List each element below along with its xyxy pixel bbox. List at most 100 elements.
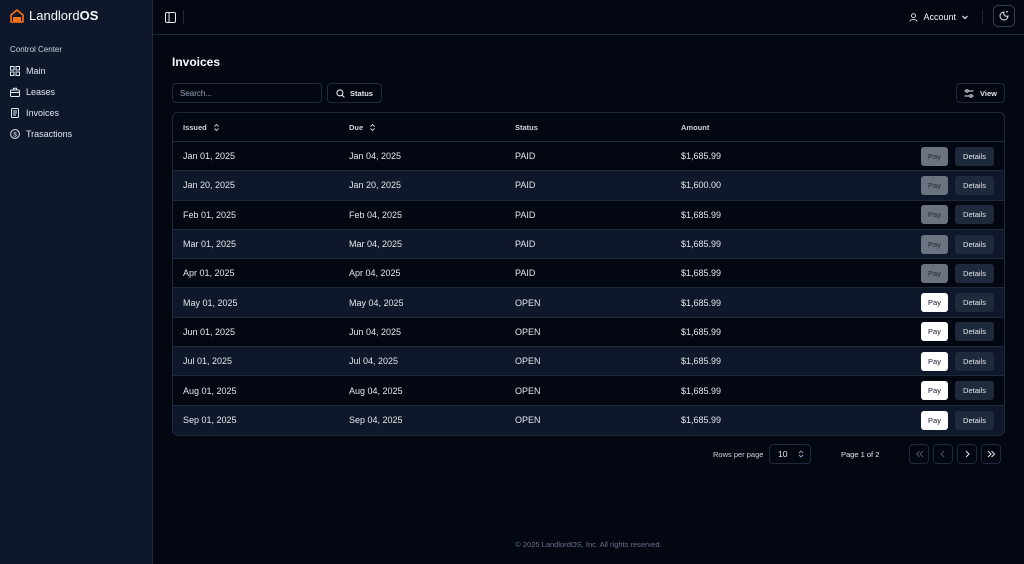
- column-header-label: Amount: [681, 122, 710, 132]
- pay-button[interactable]: Pay: [921, 263, 948, 283]
- cell-status: OPEN: [515, 415, 541, 426]
- brand-name-light: Landlord: [29, 8, 80, 23]
- cell-amount: $1,685.99: [681, 209, 722, 220]
- cell-issued: Apr 01, 2025: [183, 268, 235, 279]
- pay-button[interactable]: Pay: [921, 175, 948, 195]
- search-icon: [336, 88, 345, 98]
- cell-actions: Pay Details: [837, 146, 1004, 166]
- view-options-button[interactable]: View: [956, 83, 1005, 103]
- cell-due: Jul 04, 2025: [349, 356, 399, 367]
- next-page-button[interactable]: [957, 444, 977, 464]
- table-row: Jul 01, 2025 Jul 04, 2025 OPEN $1,685.99 Pay…: [173, 347, 1004, 377]
- chevrons-right-icon: [987, 450, 995, 458]
- top-bar: Account: [153, 0, 1024, 35]
- cell-actions: Pay Details: [837, 234, 1004, 254]
- cell-status: OPEN: [515, 326, 541, 337]
- pagination: Rows per page 10 Page 1 of 2: [172, 444, 1005, 464]
- cell-amount: $1,685.99: [681, 239, 722, 250]
- cell-actions: Pay Details: [837, 175, 1004, 195]
- details-button[interactable]: Details: [955, 410, 994, 430]
- sidebar-item-label: Invoices: [26, 107, 60, 118]
- chevrons-left-icon: [915, 450, 923, 458]
- theme-toggle-button[interactable]: [993, 5, 1015, 27]
- status-filter-button[interactable]: Status: [327, 83, 382, 103]
- table-body: Jan 01, 2025 Jan 04, 2025 PAID $1,685.99 Pay…: [173, 142, 1004, 435]
- pay-button[interactable]: Pay: [921, 205, 948, 225]
- page-title: Invoices: [172, 55, 221, 69]
- pay-button[interactable]: Pay: [921, 234, 948, 254]
- cell-due: Jun 04, 2025: [349, 326, 402, 337]
- cell-amount: $1,685.99: [681, 385, 722, 396]
- brand-logo[interactable]: LandlordOS: [10, 8, 98, 23]
- details-button[interactable]: Details: [955, 322, 994, 342]
- sidebar-nav: Main Leases Invoices $ Trasactions: [10, 60, 145, 144]
- search-input[interactable]: [172, 83, 322, 103]
- account-menu-button[interactable]: Account: [909, 9, 969, 25]
- sidebar-toggle-button[interactable]: [162, 9, 178, 25]
- cell-status: PAID: [515, 209, 536, 220]
- cell-actions: Pay Details: [837, 351, 1004, 371]
- cell-issued: Aug 01, 2025: [183, 385, 237, 396]
- details-button[interactable]: Details: [955, 175, 994, 195]
- pay-button[interactable]: Pay: [921, 293, 948, 313]
- view-options-label: View: [980, 88, 997, 98]
- table-row: Jan 20, 2025 Jan 20, 2025 PAID $1,600.00 Pay…: [173, 171, 1004, 201]
- grid-icon: [10, 65, 20, 76]
- sliders-icon: [964, 88, 974, 98]
- pay-button[interactable]: Pay: [921, 146, 948, 166]
- previous-page-button[interactable]: [933, 444, 953, 464]
- cell-issued: Jan 01, 2025: [183, 151, 236, 162]
- details-button[interactable]: Details: [955, 381, 994, 401]
- cell-actions: Pay Details: [837, 263, 1004, 283]
- sidebar-item-transactions[interactable]: $ Trasactions: [10, 123, 145, 144]
- rows-per-page-select[interactable]: 10: [769, 444, 811, 464]
- sidebar-item-invoices[interactable]: Invoices: [10, 102, 145, 123]
- first-page-button[interactable]: [909, 444, 929, 464]
- column-header-label: Due: [349, 122, 364, 132]
- pay-button[interactable]: Pay: [921, 322, 948, 342]
- pay-button[interactable]: Pay: [921, 381, 948, 401]
- column-header-label: Issued: [183, 122, 207, 132]
- sidebar-item-main[interactable]: Main: [10, 60, 145, 81]
- cell-status: OPEN: [515, 356, 541, 367]
- sidebar-item-leases[interactable]: Leases: [10, 81, 145, 102]
- topbar-divider: [183, 10, 184, 24]
- table-row: Aug 01, 2025 Aug 04, 2025 OPEN $1,685.99 Pay…: [173, 376, 1004, 406]
- cell-actions: Pay Details: [837, 381, 1004, 401]
- cell-issued: Jul 01, 2025: [183, 356, 233, 367]
- table-toolbar: Status View: [172, 83, 1005, 103]
- details-button[interactable]: Details: [955, 293, 994, 313]
- column-header-amount: Amount: [671, 123, 837, 132]
- main-content: Invoices Status View Issued Due Status A…: [172, 55, 1005, 464]
- table-header: Issued Due Status Amount: [173, 113, 1004, 142]
- table-row: Jan 01, 2025 Jan 04, 2025 PAID $1,685.99 Pay…: [173, 142, 1004, 172]
- details-button[interactable]: Details: [955, 351, 994, 371]
- sidebar: LandlordOS Control Center Main Leases In…: [0, 0, 153, 564]
- brand-name: LandlordOS: [29, 8, 98, 23]
- cell-issued: Jan 20, 2025: [183, 180, 236, 191]
- cell-due: Aug 04, 2025: [349, 385, 403, 396]
- column-header-due[interactable]: Due: [339, 123, 505, 132]
- table-row: Apr 01, 2025 Apr 04, 2025 PAID $1,685.99 Pay…: [173, 259, 1004, 289]
- column-header-issued[interactable]: Issued: [173, 123, 339, 132]
- column-header-status: Status: [505, 123, 671, 132]
- cell-status: PAID: [515, 239, 536, 250]
- pay-button[interactable]: Pay: [921, 410, 948, 430]
- details-button[interactable]: Details: [955, 146, 994, 166]
- details-button[interactable]: Details: [955, 234, 994, 254]
- details-button[interactable]: Details: [955, 263, 994, 283]
- details-button[interactable]: Details: [955, 205, 994, 225]
- theme-toggle-icon: [999, 11, 1009, 21]
- cell-amount: $1,685.99: [681, 268, 722, 279]
- table-row: Feb 01, 2025 Feb 04, 2025 PAID $1,685.99 Pay…: [173, 201, 1004, 230]
- chevron-left-icon: [940, 450, 945, 458]
- cell-amount: $1,600.00: [681, 180, 722, 191]
- cell-due: May 04, 2025: [349, 297, 404, 308]
- cell-issued: Mar 01, 2025: [183, 239, 237, 250]
- sidebar-toggle-icon: [164, 11, 176, 23]
- account-label: Account: [923, 12, 956, 22]
- svg-text:$: $: [13, 131, 17, 138]
- sidebar-item-label: Leases: [26, 86, 56, 97]
- pay-button[interactable]: Pay: [921, 351, 948, 371]
- last-page-button[interactable]: [981, 444, 1001, 464]
